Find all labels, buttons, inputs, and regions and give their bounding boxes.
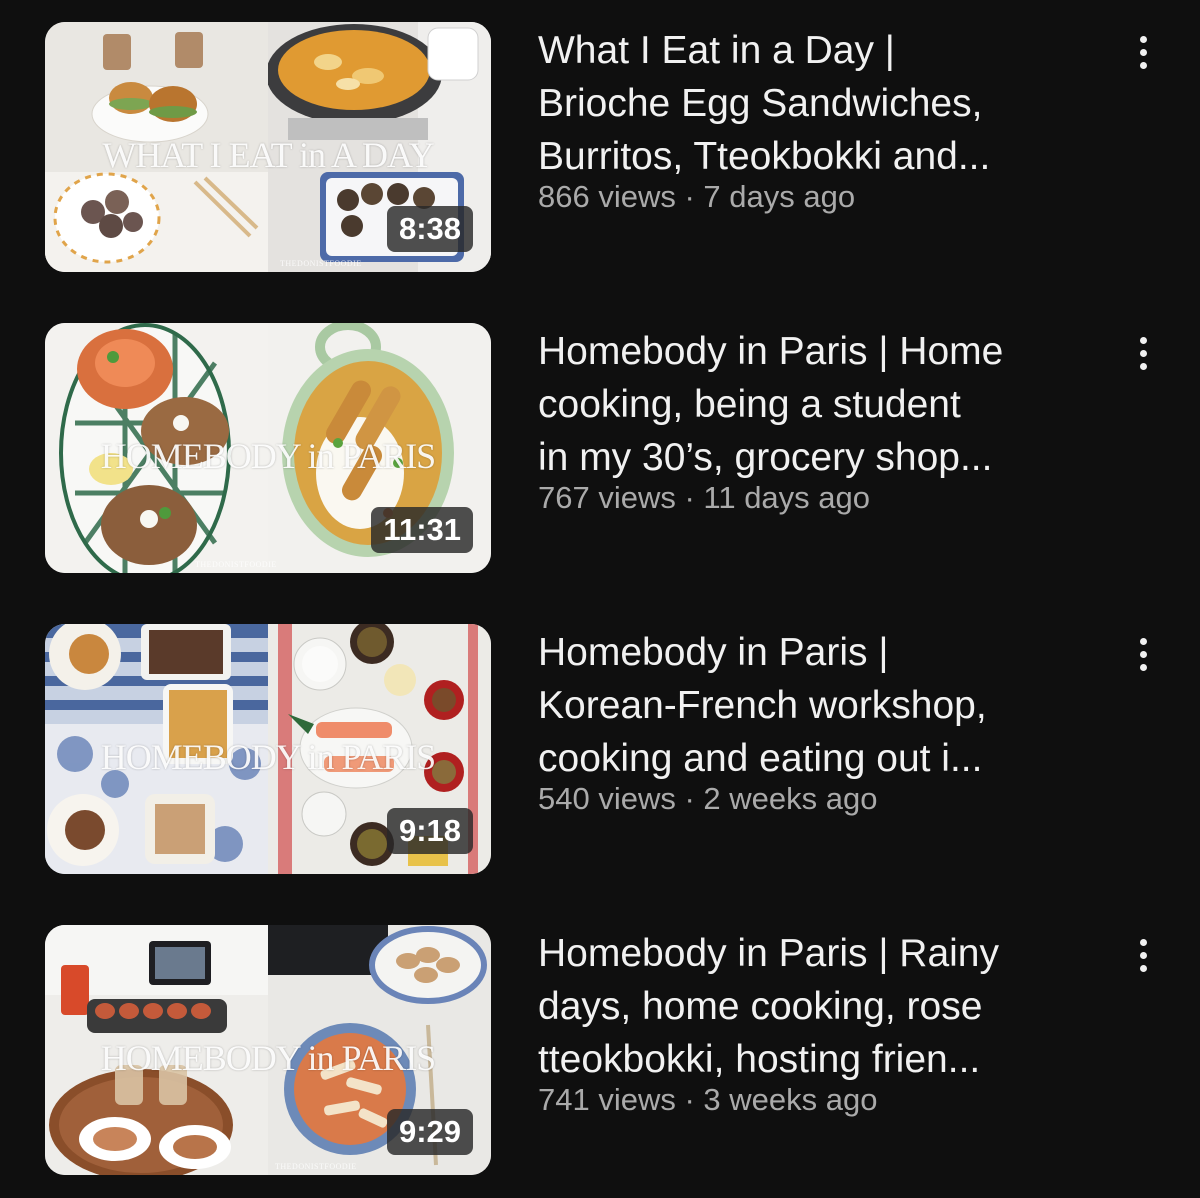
video-item[interactable]: WHAT I EAT in A DAY THEDONISTFOODIE 8:38…	[0, 22, 1200, 274]
video-info[interactable]: Homebody in Paris | Korean-French worksh…	[538, 626, 1098, 817]
video-title[interactable]: Homebody in Paris | Home cooking, being …	[538, 325, 1098, 484]
duration-badge: 8:38	[386, 206, 473, 252]
video-title[interactable]: What I Eat in a Day | Brioche Egg Sandwi…	[538, 24, 1098, 183]
video-meta: 767 views · 11 days ago	[538, 480, 871, 515]
video-list: WHAT I EAT in A DAY THEDONISTFOODIE 8:38…	[0, 0, 1200, 1198]
video-thumbnail[interactable]: WHAT I EAT in A DAY THEDONISTFOODIE 8:38	[45, 22, 491, 272]
video-info[interactable]: What I Eat in a Day | Brioche Egg Sandwi…	[538, 24, 1098, 215]
duration-badge: 11:31	[371, 507, 473, 553]
video-title-line: cooking and eating out i...	[538, 737, 983, 780]
thumbnail-watermark: THEDONISTFOODIE	[275, 1162, 357, 1171]
video-title-line: Brioche Egg Sandwiches,	[538, 82, 983, 125]
video-title-line: Korean-French workshop,	[538, 684, 987, 727]
video-item[interactable]: HOMEBODY in PARIS THEDONISTFOODIE 11:31 …	[0, 323, 1200, 575]
video-meta: 741 views · 3 weeks ago	[538, 1082, 878, 1117]
video-item[interactable]: HOMEBODY in PARIS 9:18 Homebody in Paris…	[0, 624, 1200, 876]
more-vertical-icon[interactable]	[1124, 628, 1164, 688]
video-title-line: tteokbokki, hosting frien...	[538, 1038, 981, 1081]
video-title-line: cooking, being a student	[538, 383, 961, 426]
video-thumbnail[interactable]: HOMEBODY in PARIS THEDONISTFOODIE 9:29	[45, 925, 491, 1175]
thumbnail-watermark: THEDONISTFOODIE	[195, 560, 277, 569]
video-item[interactable]: HOMEBODY in PARIS THEDONISTFOODIE 9:29 H…	[0, 925, 1200, 1177]
video-title[interactable]: Homebody in Paris | Rainy days, home coo…	[538, 927, 1098, 1086]
more-vertical-icon[interactable]	[1124, 327, 1164, 387]
video-thumbnail[interactable]: HOMEBODY in PARIS 9:18	[45, 624, 491, 874]
video-title-line: Homebody in Paris | Rainy	[538, 932, 999, 975]
video-title[interactable]: Homebody in Paris | Korean-French worksh…	[538, 626, 1098, 785]
video-meta: 540 views · 2 weeks ago	[538, 781, 878, 816]
duration-badge: 9:29	[386, 1109, 473, 1155]
duration-badge: 9:18	[386, 808, 473, 854]
video-thumbnail[interactable]: HOMEBODY in PARIS THEDONISTFOODIE 11:31	[45, 323, 491, 573]
thumbnail-overlay-text: HOMEBODY in PARIS	[100, 1038, 436, 1078]
video-title-line: Homebody in Paris | Home	[538, 330, 1004, 373]
more-vertical-icon[interactable]	[1124, 929, 1164, 989]
video-title-line: What I Eat in a Day |	[538, 29, 895, 72]
thumbnail-overlay-text: HOMEBODY in PARIS	[100, 436, 436, 476]
video-title-line: in my 30’s, grocery shop...	[538, 436, 993, 479]
thumbnail-watermark: THEDONISTFOODIE	[280, 259, 362, 268]
video-meta: 866 views · 7 days ago	[538, 179, 856, 214]
thumbnail-overlay-text: HOMEBODY in PARIS	[100, 737, 436, 777]
video-title-line: Burritos, Tteokbokki and...	[538, 135, 991, 178]
more-vertical-icon[interactable]	[1124, 26, 1164, 86]
video-info[interactable]: Homebody in Paris | Home cooking, being …	[538, 325, 1098, 516]
video-info[interactable]: Homebody in Paris | Rainy days, home coo…	[538, 927, 1098, 1118]
video-title-line: Homebody in Paris |	[538, 631, 889, 674]
video-title-line: days, home cooking, rose	[538, 985, 983, 1028]
thumbnail-overlay-text: WHAT I EAT in A DAY	[102, 135, 434, 175]
